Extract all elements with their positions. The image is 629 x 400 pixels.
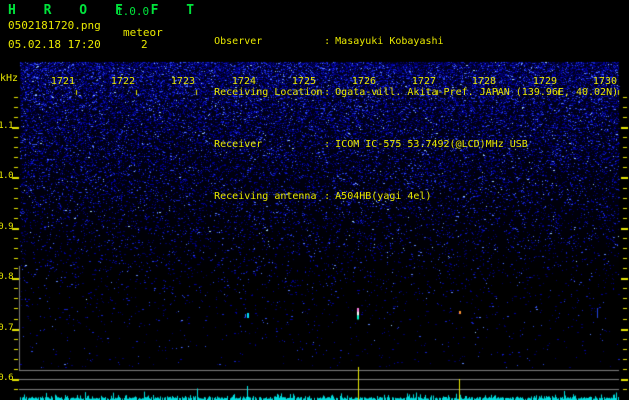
info-row-observer: Observer: Masayuki Kobayashi <box>214 35 444 47</box>
info-value: A504HB(yagi 4el) <box>335 190 432 202</box>
station-info: Observer: Masayuki Kobayashi Receiving Lo… <box>178 6 618 233</box>
time-tick-label: 1721 <box>50 76 75 87</box>
freq-tick-label: 0.6 <box>0 373 14 383</box>
app-title: H R O F F T <box>8 3 205 18</box>
mode-label: meteor <box>123 26 163 39</box>
info-label: Receiving antenna <box>214 190 317 202</box>
y-axis-unit-label: kHz <box>0 73 19 84</box>
time-tick-label: 1722 <box>110 76 135 87</box>
hrofft-window: H R O F F T 1.0.0 0502181720.png meteor … <box>0 0 629 400</box>
time-tick-label: 1730 <box>592 76 617 87</box>
time-tick-label: 1727 <box>411 76 436 87</box>
time-tick-label: 1724 <box>231 76 256 87</box>
freq-tick-label: 1.1 <box>0 121 14 131</box>
time-tick-label: 1723 <box>170 76 195 87</box>
freq-tick-label: 0.9 <box>0 222 14 232</box>
time-tick-label: 1728 <box>471 76 496 87</box>
freq-tick-label: 0.8 <box>0 272 14 282</box>
time-tick-label: 1725 <box>291 76 316 87</box>
time-tick-label: 1726 <box>351 76 376 87</box>
app-version: 1.0.0 <box>116 5 150 18</box>
info-value: Masayuki Kobayashi <box>335 35 444 47</box>
info-row-antenna: Receiving antenna: A504HB(yagi 4el) <box>214 190 432 202</box>
output-filename: 0502181720.png <box>8 19 101 32</box>
time-tick-label: 1729 <box>532 76 557 87</box>
info-row-receiver: Receiver: ICOM IC-575 53.7492(@LCD)MHz US… <box>214 139 528 151</box>
info-label: Receiver <box>214 139 263 151</box>
capture-datetime: 05.02.18 17:20 <box>8 38 101 51</box>
meteor-count: 2 <box>141 38 148 51</box>
info-label: Observer <box>214 35 263 47</box>
freq-tick-label: 1.0 <box>0 171 14 181</box>
info-value: Ogata-vill. Akita-Pref. JAPAN (139.96E, … <box>335 87 619 99</box>
info-value: ICOM IC-575 53.7492(@LCD)MHz USB <box>335 139 528 151</box>
info-label: Receiving Location <box>214 87 323 99</box>
freq-tick-label: 0.7 <box>0 323 14 333</box>
